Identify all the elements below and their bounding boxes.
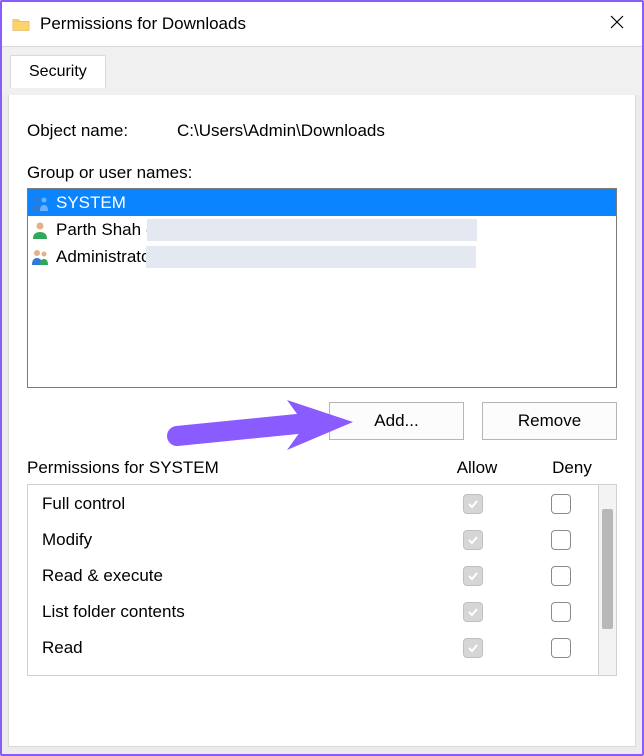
user-label: SYSTEM bbox=[56, 193, 126, 213]
perm-row-modify: Modify bbox=[28, 521, 598, 557]
redacted-text bbox=[146, 246, 476, 268]
users-icon bbox=[30, 247, 50, 267]
scrollbar[interactable] bbox=[599, 484, 617, 676]
perm-label: Read & execute bbox=[42, 566, 423, 586]
allow-checkbox[interactable] bbox=[463, 638, 483, 658]
user-icon bbox=[30, 220, 50, 240]
close-icon[interactable] bbox=[602, 13, 632, 36]
perm-row-full-control: Full control bbox=[28, 485, 598, 521]
perm-label: Full control bbox=[42, 494, 423, 514]
folder-icon bbox=[12, 17, 30, 32]
tab-strip: Security bbox=[2, 47, 642, 95]
group-or-user-label: Group or user names: bbox=[27, 163, 617, 183]
object-name-label: Object name: bbox=[27, 121, 177, 141]
user-list[interactable]: SYSTEM Parth Shah ( Administrato bbox=[27, 188, 617, 388]
add-button[interactable]: Add... bbox=[329, 402, 464, 440]
allow-checkbox[interactable] bbox=[463, 602, 483, 622]
permissions-list: Full control Modify Read & execute List … bbox=[27, 484, 599, 676]
security-panel: Object name: C:\Users\Admin\Downloads Gr… bbox=[8, 95, 636, 747]
deny-checkbox[interactable] bbox=[551, 566, 571, 586]
deny-checkbox[interactable] bbox=[551, 602, 571, 622]
allow-checkbox[interactable] bbox=[463, 566, 483, 586]
allow-header: Allow bbox=[427, 458, 527, 478]
perm-label: Read bbox=[42, 638, 423, 658]
perm-label: List folder contents bbox=[42, 602, 423, 622]
deny-header: Deny bbox=[527, 458, 617, 478]
remove-button[interactable]: Remove bbox=[482, 402, 617, 440]
users-icon bbox=[30, 193, 50, 213]
permissions-title: Permissions for SYSTEM bbox=[27, 458, 427, 478]
tab-security[interactable]: Security bbox=[10, 55, 106, 88]
user-label: Parth Shah ( bbox=[56, 220, 151, 240]
redacted-text bbox=[147, 219, 477, 241]
user-row-parth[interactable]: Parth Shah ( bbox=[28, 216, 616, 243]
title-bar: Permissions for Downloads bbox=[2, 2, 642, 47]
user-label: Administrato bbox=[56, 247, 150, 267]
perm-label: Modify bbox=[42, 530, 423, 550]
scrollbar-thumb[interactable] bbox=[602, 509, 613, 629]
user-row-admins[interactable]: Administrato bbox=[28, 243, 616, 270]
perm-row-list-folder: List folder contents bbox=[28, 593, 598, 629]
object-name-value: C:\Users\Admin\Downloads bbox=[177, 121, 385, 141]
perm-row-read-execute: Read & execute bbox=[28, 557, 598, 593]
user-row-system[interactable]: SYSTEM bbox=[28, 189, 616, 216]
allow-checkbox[interactable] bbox=[463, 494, 483, 514]
deny-checkbox[interactable] bbox=[551, 638, 571, 658]
perm-row-read: Read bbox=[28, 629, 598, 665]
deny-checkbox[interactable] bbox=[551, 530, 571, 550]
window-title: Permissions for Downloads bbox=[40, 14, 602, 34]
allow-checkbox[interactable] bbox=[463, 530, 483, 550]
deny-checkbox[interactable] bbox=[551, 494, 571, 514]
